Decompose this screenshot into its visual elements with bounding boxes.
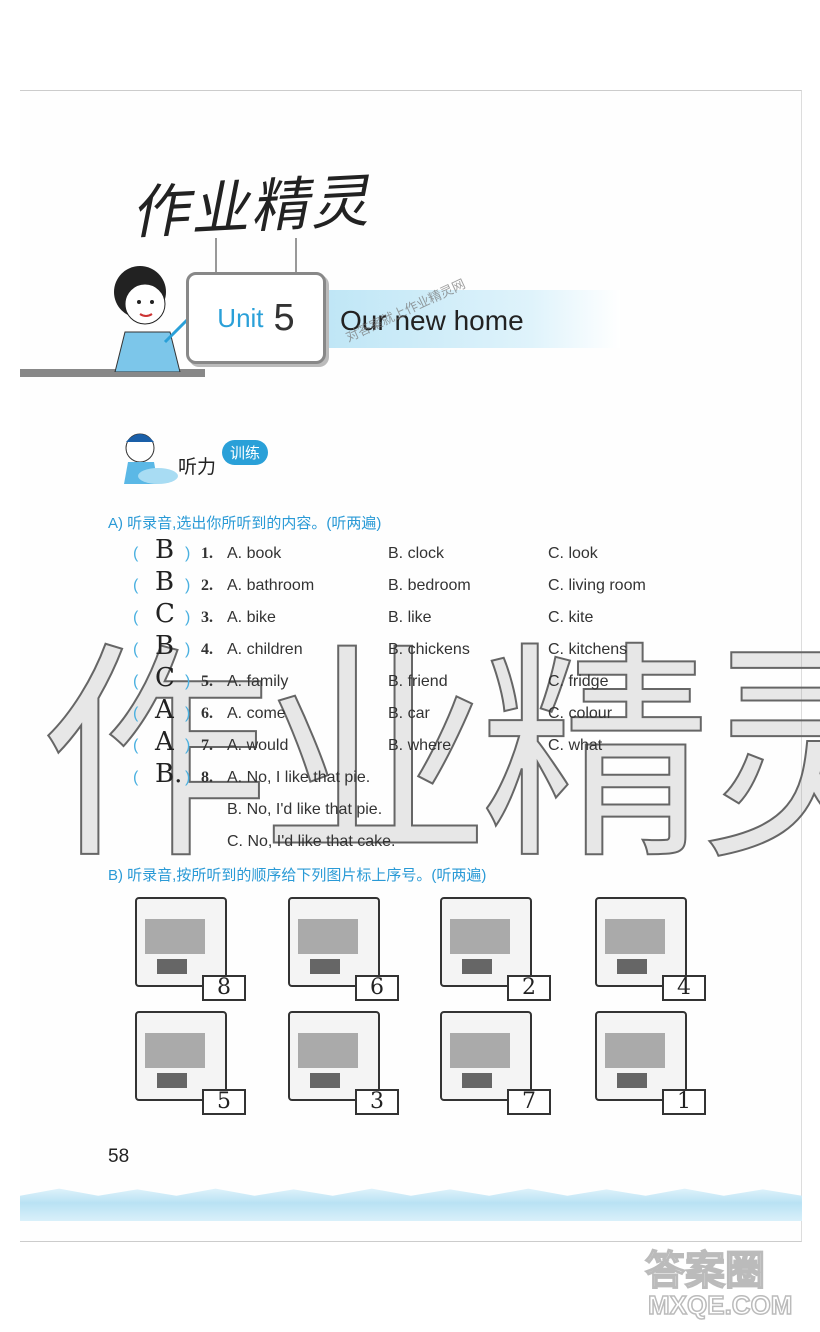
picture-living-room-with-TV [595, 897, 687, 987]
paren-open: ( [133, 641, 139, 658]
order-number-box[interactable]: 8 [202, 975, 246, 1001]
option-b: B. car [388, 705, 430, 722]
order-number-box[interactable]: 4 [662, 975, 706, 1001]
paren-open: ( [133, 705, 139, 722]
paren-close: ) [185, 705, 191, 722]
paren-open: ( [133, 577, 139, 594]
answer-handwritten[interactable]: A [155, 727, 174, 757]
teacher-illustration-icon [114, 266, 190, 372]
unit-number: 5 [273, 296, 295, 339]
order-number-box[interactable]: 1 [662, 1089, 706, 1115]
order-number-box[interactable]: 5 [202, 1089, 246, 1115]
question-row-cont: C. No, I'd like that cake. [125, 833, 685, 865]
option-c: C. kitchens [548, 641, 628, 658]
option-a: A. family [227, 673, 289, 690]
picture-room-with-stairs [135, 1011, 227, 1101]
part-b-instruction: B) 听录音,按所听到的顺序给下列图片标上序号。(听两遍) [108, 867, 487, 884]
paren-open: ( [133, 673, 139, 690]
question-number: 3. [201, 609, 213, 626]
section-badge: 训练 [222, 440, 269, 465]
paren-close: ) [185, 737, 191, 754]
answer-handwritten[interactable]: B [155, 631, 174, 661]
answer-handwritten[interactable]: A [155, 695, 174, 725]
option-c: C. look [548, 545, 598, 562]
paren-close: ) [185, 545, 191, 562]
answer-handwritten[interactable]: C [155, 599, 175, 629]
picture-children-on-bed [440, 897, 532, 987]
order-number-box[interactable]: 2 [507, 975, 551, 1001]
option-b: B. No, I'd like that pie. [227, 801, 383, 818]
question-number: 1. [201, 545, 213, 562]
question-row: ( C ) 5. A. family B. friend C. fridge [125, 663, 685, 705]
paren-close: ) [185, 641, 191, 658]
question-number: 4. [201, 641, 213, 658]
question-row: ( B ) 1. A. book B. clock C. look [125, 535, 685, 577]
answer-handwritten[interactable]: B. [155, 759, 182, 789]
picture-family-in-living-room [288, 1011, 380, 1101]
question-number: 2. [201, 577, 213, 594]
section-title: 听力 [178, 457, 217, 478]
option-a: A. bathroom [227, 577, 315, 594]
option-a: A. come [227, 705, 286, 722]
site-logo-url: MXQE.COM [647, 1289, 793, 1321]
question-row: ( C ) 3. A. bike B. like C. kite [125, 599, 685, 641]
sign-string [215, 238, 217, 274]
option-b: B. bedroom [388, 577, 471, 594]
option-c: C. No, I'd like that cake. [227, 833, 396, 850]
option-c: C. colour [548, 705, 613, 722]
answer-handwritten[interactable]: B [155, 567, 174, 597]
option-a: A. would [227, 737, 289, 754]
paren-open: ( [133, 545, 139, 562]
unit-label: Unit [217, 302, 264, 333]
option-a: A. book [227, 545, 282, 562]
page-number: 58 [108, 1146, 130, 1167]
part-a-instruction: A) 听录音,选出你所听到的内容。(听两遍) [108, 515, 382, 532]
option-a: A. children [227, 641, 303, 658]
option-c: C. living room [548, 577, 646, 594]
paren-open: ( [133, 609, 139, 626]
option-b: B. clock [388, 545, 445, 562]
paren-close: ) [185, 673, 191, 690]
unit-badge: Unit 5 [186, 272, 326, 364]
question-row: ( B ) 4. A. children B. chickens C. kitc… [125, 631, 685, 673]
site-logo: 答案圈 [644, 1248, 766, 1294]
paren-close: ) [185, 769, 191, 786]
question-number: 6. [201, 705, 213, 722]
option-c: C. fridge [548, 673, 609, 690]
answer-handwritten[interactable]: B [155, 535, 174, 565]
question-row: ( A ) 7. A. would B. where C. what [125, 727, 685, 769]
question-row: ( B ) 2. A. bathroom B. bedroom C. livin… [125, 567, 685, 609]
paren-open: ( [133, 737, 139, 754]
option-b: B. like [388, 609, 432, 626]
question-row: ( A ) 6. A. come B. car C. colour [125, 695, 685, 737]
option-b: B. where [388, 737, 452, 754]
picture-fridge [440, 1011, 532, 1101]
option-c: C. what [548, 737, 603, 754]
order-number-box[interactable]: 3 [355, 1089, 399, 1115]
order-number-box[interactable]: 6 [355, 975, 399, 1001]
order-number-box[interactable]: 7 [507, 1089, 551, 1115]
option-b: B. chickens [388, 641, 470, 658]
sign-string [295, 238, 297, 274]
paren-close: ) [185, 609, 191, 626]
picture-sofa-and-toy-cars [135, 897, 227, 987]
option-c: C. kite [548, 609, 594, 626]
option-b: B. friend [388, 673, 448, 690]
picture-bed-and-toy-cars [288, 897, 380, 987]
listening-boy-icon [124, 433, 178, 484]
question-row: ( B. ) 8. A. No, I like that pie. [125, 759, 685, 801]
answer-handwritten[interactable]: C [155, 663, 175, 693]
picture-girl-and-chair [595, 1011, 687, 1101]
handwritten-title: 作业精灵 [128, 166, 372, 248]
question-number: 7. [201, 737, 213, 754]
option-a: A. No, I like that pie. [227, 769, 371, 786]
option-a: A. bike [227, 609, 276, 626]
paren-open: ( [133, 769, 139, 786]
question-row-cont: B. No, I'd like that pie. [125, 801, 685, 833]
paren-close: ) [185, 577, 191, 594]
question-number: 5. [201, 673, 213, 690]
question-number: 8. [201, 769, 213, 786]
